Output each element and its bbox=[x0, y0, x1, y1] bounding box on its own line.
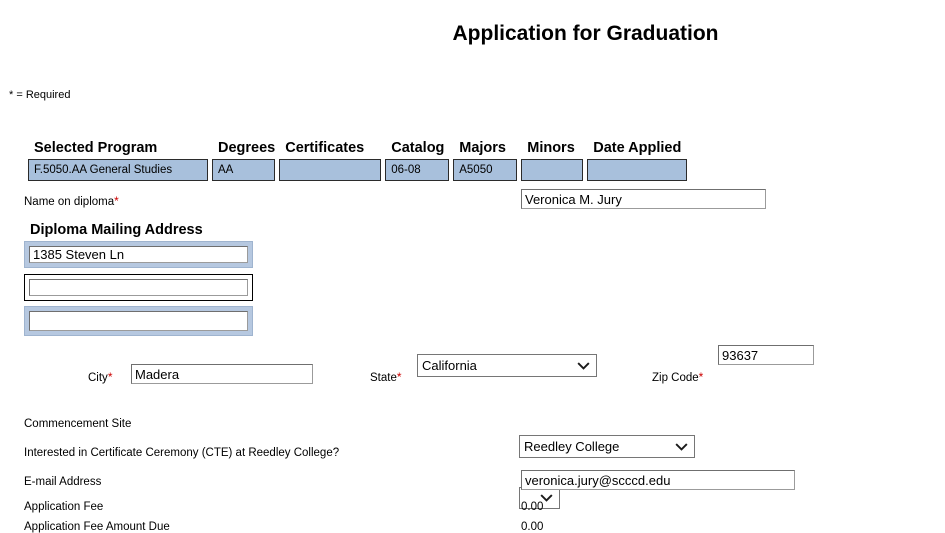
column-header-degrees: Degrees bbox=[218, 140, 276, 156]
name-on-diploma-label-text: Name on diploma bbox=[24, 196, 115, 208]
required-asterisk: * bbox=[107, 370, 113, 384]
selected-program-table: Selected Program Degrees Certificates Ca… bbox=[24, 140, 691, 181]
name-on-diploma-label: Name on diploma* bbox=[24, 194, 119, 208]
email-address-input[interactable] bbox=[521, 470, 795, 490]
page-title-text: Application for Graduation bbox=[452, 22, 719, 45]
chevron-down-icon bbox=[675, 440, 688, 453]
cell-degrees: AA bbox=[212, 159, 276, 181]
application-fee-label: Application Fee bbox=[24, 501, 104, 513]
application-fee-amount-due-label: Application Fee Amount Due bbox=[24, 521, 170, 533]
cte-ceremony-label: Interested in Certificate Ceremony (CTE)… bbox=[24, 447, 340, 459]
address-line2-wrapper bbox=[24, 274, 253, 301]
city-label: City* bbox=[88, 370, 112, 384]
zip-code-input[interactable] bbox=[718, 345, 814, 365]
address-line2-input[interactable] bbox=[29, 279, 248, 296]
state-label-text: State bbox=[370, 372, 397, 384]
city-input[interactable] bbox=[131, 364, 313, 384]
required-asterisk: * bbox=[698, 370, 704, 384]
column-header-date-applied: Date Applied bbox=[593, 140, 682, 156]
cell-selected-program: F.5050.AA General Studies bbox=[28, 159, 208, 181]
application-fee-amount-due-value: 0.00 bbox=[521, 521, 544, 533]
cell-minors bbox=[521, 159, 584, 181]
commencement-site-label: Commencement Site bbox=[24, 418, 132, 430]
city-label-text: City bbox=[88, 372, 108, 384]
page-title: Application for Graduation bbox=[0, 22, 945, 46]
state-select-value: California bbox=[422, 358, 477, 373]
address-line1-input[interactable] bbox=[29, 246, 248, 263]
name-on-diploma-input[interactable] bbox=[521, 189, 766, 209]
state-label: State* bbox=[370, 370, 402, 384]
cell-date-applied bbox=[587, 159, 688, 181]
required-legend: * = Required bbox=[9, 89, 71, 101]
required-asterisk: * bbox=[114, 194, 119, 208]
address-line3-wrapper bbox=[24, 306, 253, 336]
address-line1-wrapper bbox=[24, 241, 253, 268]
application-fee-value: 0.00 bbox=[521, 501, 544, 513]
address-line3-input[interactable] bbox=[29, 311, 248, 331]
zip-code-label: Zip Code* bbox=[652, 370, 703, 384]
column-header-catalog: Catalog bbox=[391, 140, 445, 156]
table-row: F.5050.AA General Studies AA 06-08 A5050 bbox=[28, 159, 688, 181]
table-header-row: Selected Program Degrees Certificates Ca… bbox=[28, 140, 687, 159]
email-address-label: E-mail Address bbox=[24, 476, 102, 488]
column-header-certificates: Certificates bbox=[285, 140, 365, 156]
commencement-site-select[interactable]: Reedley College bbox=[519, 435, 695, 458]
cell-certificates bbox=[279, 159, 382, 181]
column-header-minors: Minors bbox=[527, 140, 575, 156]
commencement-site-select-value: Reedley College bbox=[524, 439, 620, 454]
chevron-down-icon bbox=[577, 359, 590, 372]
zip-code-label-text: Zip Code bbox=[652, 372, 699, 384]
cell-majors: A5050 bbox=[453, 159, 518, 181]
column-header-majors: Majors bbox=[459, 140, 506, 156]
column-header-selected-program: Selected Program bbox=[34, 140, 158, 156]
state-select[interactable]: California bbox=[417, 354, 597, 377]
diploma-mailing-address-heading: Diploma Mailing Address bbox=[30, 222, 203, 238]
cell-catalog: 06-08 bbox=[385, 159, 450, 181]
required-asterisk: * bbox=[396, 370, 402, 384]
